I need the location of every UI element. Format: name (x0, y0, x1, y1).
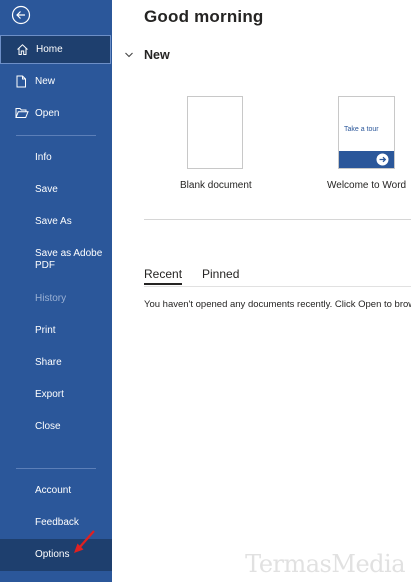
template-label: Welcome to Word (327, 180, 407, 191)
template-label: Blank document (180, 180, 252, 191)
sidebar-item-label: Save As (35, 216, 72, 227)
page-title: Good morning (144, 7, 264, 26)
tab-recent[interactable]: Recent (144, 267, 183, 285)
tab-underline (144, 286, 411, 287)
watermark: TermasMedia (245, 550, 405, 578)
template-banner-text: Take a tour (344, 126, 379, 133)
sidebar-divider (16, 135, 96, 136)
sidebar-item-export[interactable]: Export (0, 382, 112, 408)
home-icon (17, 44, 28, 55)
annotation-arrow-icon (74, 530, 95, 553)
sidebar-item-print[interactable]: Print (0, 318, 112, 344)
sidebar-item-label: Share (35, 357, 62, 368)
sidebar-item-open[interactable]: Open (0, 100, 112, 128)
sidebar-item-save[interactable]: Save (0, 177, 112, 203)
sidebar-item-info[interactable]: Info (0, 145, 112, 171)
sidebar-item-account[interactable]: Account (0, 478, 112, 504)
backstage-sidebar: Home New Open Info Save Save As Save as … (0, 0, 112, 582)
sidebar-item-label: Export (35, 389, 64, 400)
sidebar-item-label: Options (35, 549, 70, 560)
sidebar-item-close[interactable]: Close (0, 414, 112, 440)
sidebar-item-label: Print (35, 325, 56, 336)
main-pane: Good morning New Blank document Take a t… (112, 0, 411, 582)
back-arrow-icon[interactable] (11, 5, 31, 25)
sidebar-item-label: New (35, 76, 56, 87)
sidebar-item-history: History (0, 286, 112, 312)
welcome-to-word-template[interactable]: Take a tour (338, 96, 395, 169)
sidebar-item-save-as-pdf[interactable]: Save as Adobe PDF (0, 241, 112, 277)
sidebar-item-save-as[interactable]: Save As (0, 209, 112, 235)
tab-pinned[interactable]: Pinned (202, 267, 239, 281)
sidebar-item-label: Account (35, 485, 72, 496)
sidebar-divider (16, 468, 96, 469)
new-doc-icon (16, 75, 26, 88)
sidebar-item-label: Open (35, 108, 60, 119)
sidebar-item-home[interactable]: Home (0, 35, 111, 64)
sidebar-item-label: Close (35, 421, 61, 432)
folder-open-icon (15, 108, 29, 118)
sidebar-item-share[interactable]: Share (0, 350, 112, 376)
sidebar-item-label: History (35, 293, 67, 304)
sidebar-item-label: Home (36, 44, 63, 55)
arrow-right-icon (376, 153, 389, 166)
sidebar-item-label: Save (35, 184, 58, 195)
empty-state-message: You haven't opened any documents recentl… (144, 299, 411, 310)
section-divider (144, 219, 411, 220)
chevron-down-icon[interactable] (124, 50, 134, 60)
blank-document-template[interactable] (187, 96, 243, 169)
sidebar-item-label: Save as Adobe PDF (35, 248, 103, 271)
sidebar-item-label: Info (35, 152, 52, 163)
sidebar-item-new[interactable]: New (0, 68, 112, 96)
section-title-new: New (144, 48, 170, 62)
